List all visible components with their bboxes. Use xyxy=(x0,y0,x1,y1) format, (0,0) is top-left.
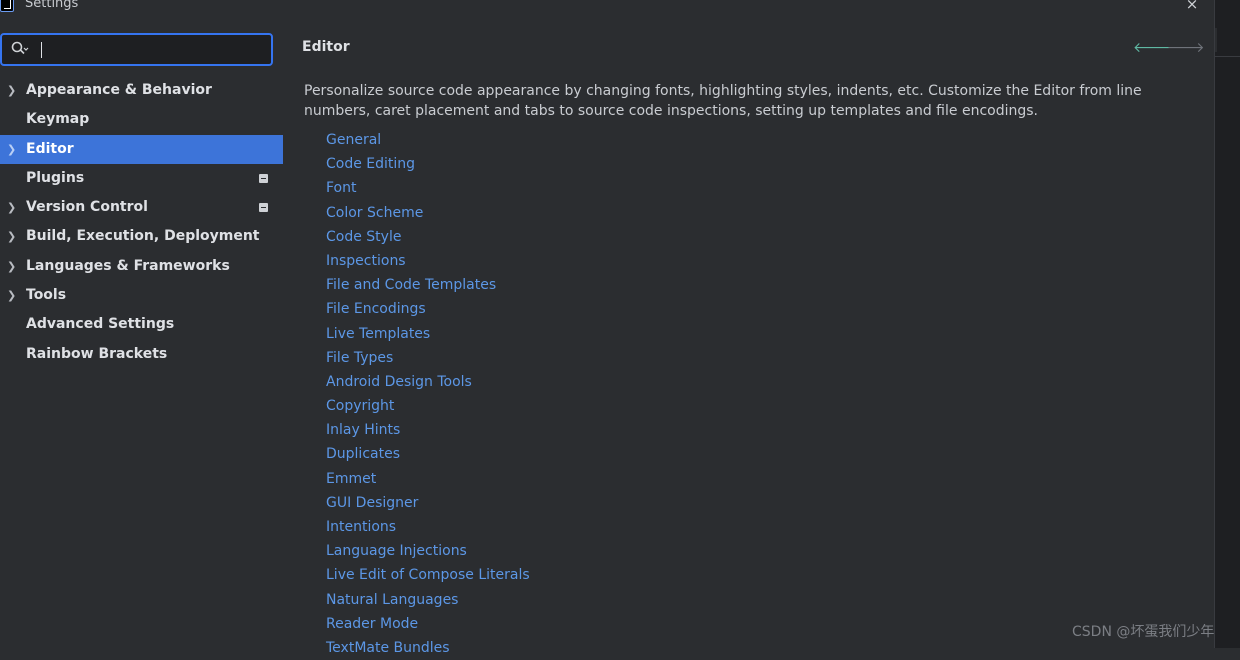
sidebar-item-appearance-behavior[interactable]: ❯ Appearance & Behavior xyxy=(0,76,283,105)
subsection-link[interactable]: Emmet xyxy=(326,467,530,491)
chevron-right-icon[interactable]: ❯ xyxy=(7,281,17,310)
subsection-link[interactable]: Inspections xyxy=(326,249,530,273)
settings-content: Editor 🡐 🡒 Personalize source code appea… xyxy=(290,20,1214,656)
search-icon xyxy=(11,41,29,55)
sidebar-item-advanced-settings[interactable]: Advanced Settings xyxy=(0,310,283,339)
subsection-link[interactable]: Reader Mode xyxy=(326,612,530,636)
subsection-link[interactable]: File Encodings xyxy=(326,297,530,321)
project-level-icon xyxy=(259,173,268,183)
sidebar-item-rainbow-brackets[interactable]: Rainbow Brackets xyxy=(0,340,283,369)
sidebar-item-tools[interactable]: ❯ Tools xyxy=(0,281,283,310)
sidebar-item-label: Build, Execution, Deployment xyxy=(26,228,260,245)
edge-marker xyxy=(1215,28,1217,52)
subsection-link[interactable]: Code Editing xyxy=(326,152,530,176)
subsection-link[interactable]: Copyright xyxy=(326,394,530,418)
app-logo-icon xyxy=(0,0,14,12)
sidebar-item-build-execution-deployment[interactable]: ❯ Build, Execution, Deployment xyxy=(0,222,283,251)
chevron-right-icon[interactable]: ❯ xyxy=(7,222,17,251)
sidebar-item-label: Appearance & Behavior xyxy=(26,82,212,98)
subsection-links: General Code Editing Font Color Scheme Code … xyxy=(326,128,530,660)
subsection-link[interactable]: Intentions xyxy=(326,515,530,539)
subsection-link[interactable]: File Types xyxy=(326,346,530,370)
title-bar: Settings × xyxy=(0,0,1214,20)
sidebar-item-editor[interactable]: ❯ Editor xyxy=(0,134,283,164)
sidebar-item-version-control[interactable]: ❯ Version Control xyxy=(0,193,283,222)
subsection-link[interactable]: Font xyxy=(326,176,530,200)
subsection-link[interactable]: Duplicates xyxy=(326,442,530,466)
page-title: Editor xyxy=(302,39,350,55)
subsection-link[interactable]: General xyxy=(326,128,530,152)
right-edge-panel xyxy=(1214,0,1240,648)
subsection-link[interactable]: File and Code Templates xyxy=(326,273,530,297)
section-description: Personalize source code appearance by ch… xyxy=(304,83,1142,119)
chevron-right-icon[interactable]: ❯ xyxy=(7,76,17,105)
sidebar-item-label: Plugins xyxy=(26,169,85,186)
subsection-link[interactable]: Live Templates xyxy=(326,322,530,346)
sidebar-item-keymap[interactable]: Keymap xyxy=(0,105,283,134)
search-field[interactable] xyxy=(0,33,273,66)
sidebar-item-label: Editor xyxy=(26,140,74,157)
window-title: Settings xyxy=(25,0,79,11)
subsection-link[interactable]: Color Scheme xyxy=(326,201,530,225)
sidebar-item-label: Advanced Settings xyxy=(26,316,175,333)
settings-tree: ❯ Appearance & Behavior Keymap ❯ Editor Plugi… xyxy=(0,76,283,369)
chevron-right-icon[interactable]: ❯ xyxy=(7,193,17,222)
chevron-right-icon[interactable]: ❯ xyxy=(7,252,17,281)
subsection-link[interactable]: Android Design Tools xyxy=(326,370,530,394)
watermark: CSDN @坏蛋我们少年 xyxy=(1072,624,1215,640)
edge-divider xyxy=(1215,56,1240,57)
project-level-icon xyxy=(259,203,268,213)
subsection-link[interactable]: Code Style xyxy=(326,225,530,249)
subsection-link[interactable]: Natural Languages xyxy=(326,588,530,612)
sidebar-item-label: Rainbow Brackets xyxy=(26,345,168,362)
sidebar-item-label: Keymap xyxy=(26,111,90,128)
sidebar-item-label: Tools xyxy=(26,287,67,304)
sidebar-item-languages-frameworks[interactable]: ❯ Languages & Frameworks xyxy=(0,252,283,281)
text-caret xyxy=(41,42,42,58)
settings-sidebar: ❯ Appearance & Behavior Keymap ❯ Editor Plugi… xyxy=(0,20,290,648)
chevron-right-icon[interactable]: ❯ xyxy=(7,135,17,164)
sidebar-item-plugins[interactable]: Plugins xyxy=(0,164,283,193)
close-button[interactable]: × xyxy=(1182,0,1202,13)
back-arrow-icon[interactable]: 🡐 xyxy=(1133,40,1171,56)
sidebar-item-label: Languages & Frameworks xyxy=(26,257,230,274)
subsection-link[interactable]: Inlay Hints xyxy=(326,418,530,442)
subsection-link[interactable]: Language Injections xyxy=(326,539,530,563)
subsection-link[interactable]: GUI Designer xyxy=(326,491,530,515)
subsection-link[interactable]: Live Edit of Compose Literals xyxy=(326,563,530,587)
forward-arrow-icon[interactable]: 🡒 xyxy=(1167,40,1205,56)
sidebar-item-label: Version Control xyxy=(26,199,148,216)
